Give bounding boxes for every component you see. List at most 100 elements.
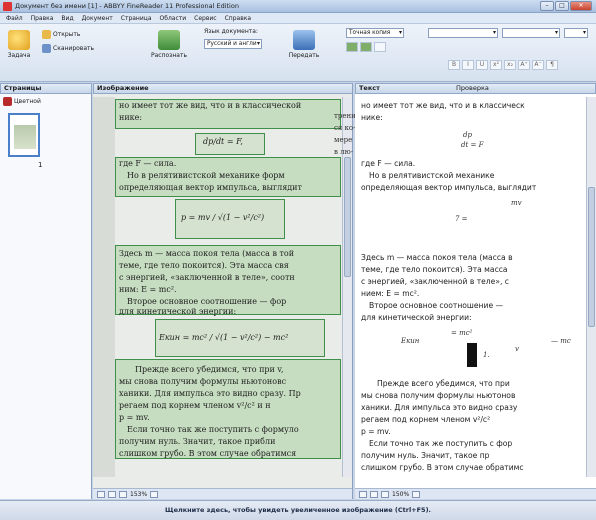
image-line: с энергией, «заключенной в теле», соотн [119, 273, 295, 282]
image-zoom-value[interactable]: 153% [130, 491, 147, 498]
recognize-icon [158, 30, 180, 50]
scrollbar-thumb[interactable] [588, 187, 595, 327]
page-number: 1 [38, 161, 43, 169]
fit-page-icon[interactable] [97, 490, 105, 498]
text-line: мы снова получим формулы ньютонов [361, 391, 516, 400]
text-zoom-bar: 150% [355, 488, 596, 499]
image-zoom-bar: 153% [93, 488, 352, 499]
menu-tools[interactable]: Сервис [194, 15, 216, 22]
text-line: слишком грубо. В этом случае обратимс [361, 463, 524, 472]
mode-select[interactable]: Точная копия [346, 28, 404, 38]
formula-kinetic-energy: Eкин = mc² / √(1 − v²/c²) − mc² [159, 333, 289, 342]
zoom-in-icon[interactable] [150, 490, 159, 498]
font-select[interactable] [502, 28, 560, 38]
zoom-out-icon[interactable] [119, 490, 127, 498]
image-line: Здесь m — масса покоя тела (масса в той [119, 249, 295, 258]
menu-file[interactable]: Файл [6, 15, 23, 22]
verify-button[interactable]: Проверка [456, 84, 489, 93]
text-line: p = mv. [361, 427, 391, 436]
menu-edit[interactable]: Правка [31, 15, 54, 22]
formula-fragment: mv [511, 199, 522, 207]
formula-dp-dt: dp/dt = F, [203, 137, 243, 146]
view-mode-3-button[interactable] [374, 42, 386, 52]
word-icon [293, 30, 315, 50]
bold-button[interactable]: B [448, 60, 460, 70]
font-size-select[interactable] [564, 28, 588, 38]
image-line: для кинетической энергии: [119, 307, 237, 316]
minimize-button[interactable]: – [540, 1, 554, 11]
maximize-button[interactable]: □ [555, 1, 569, 11]
formula-fragment: dp [463, 131, 472, 139]
text-line: Здесь m — масса покоя тела (масса в [361, 253, 513, 262]
open-button[interactable]: Открыть [42, 30, 80, 39]
paragraph-button[interactable]: ¶ [546, 60, 558, 70]
window-title: Документ без имени [1] - ABBYY FineReade… [15, 2, 239, 10]
fit-width-icon[interactable] [108, 490, 116, 498]
underline-button[interactable]: U [476, 60, 488, 70]
text-line: ханики. Для импульса это видно сразу [361, 403, 518, 412]
open-label: Открыть [53, 31, 81, 38]
menu-areas[interactable]: Области [160, 15, 187, 22]
doc-language-select[interactable]: Русский и англи [204, 39, 262, 49]
menu-bar: Файл Правка Вид Документ Страница Област… [0, 13, 596, 24]
text-zoom-value[interactable]: 150% [392, 491, 409, 498]
image-document-area[interactable]: но имеет тот же вид, что и в классическо… [93, 97, 341, 477]
text-editor-area[interactable]: но имеет тот же вид, что и в классическ … [355, 97, 587, 477]
send-label: Передать [288, 52, 320, 59]
image-line: теме, где тело покоится). Эта масса свя [119, 261, 289, 270]
recognize-button[interactable]: Распознать [148, 30, 190, 59]
grow-font-button[interactable]: A⁺ [518, 60, 530, 70]
italic-button[interactable]: I [462, 60, 474, 70]
scan-label: Сканировать [53, 45, 95, 52]
shrink-font-button[interactable]: A⁻ [532, 60, 544, 70]
fit-width-icon[interactable] [370, 490, 378, 498]
menu-document[interactable]: Документ [82, 15, 113, 22]
scan-button[interactable]: Сканировать [42, 44, 94, 53]
image-line: где F — сила. [119, 159, 177, 168]
close-button[interactable]: ✕ [570, 1, 592, 11]
menu-view[interactable]: Вид [61, 15, 73, 22]
style-select[interactable] [428, 28, 498, 38]
text-line: Второе основное соотношение — [369, 301, 504, 310]
menu-help[interactable]: Справка [225, 15, 251, 22]
fit-page-icon[interactable] [359, 490, 367, 498]
text-line: Прежде всего убедимся, что при [377, 379, 510, 388]
text-line: определяющая вектор импульса, выглядит [361, 183, 537, 192]
menu-page[interactable]: Страница [121, 15, 152, 22]
color-mode-icon [3, 97, 12, 106]
send-button[interactable]: Передать [286, 30, 322, 59]
image-page-right-margin: трение ся ко- мере в лю- [334, 112, 360, 472]
scanner-icon [42, 44, 51, 53]
title-bar: Документ без имени [1] - ABBYY FineReade… [0, 0, 596, 13]
subscript-button[interactable]: x₂ [504, 60, 516, 70]
view-mode-2-button[interactable] [360, 42, 372, 52]
zoom-in-icon[interactable] [412, 490, 421, 498]
zoom-hint-bar[interactable]: Щелкните здесь, чтобы увидеть увеличенно… [0, 500, 596, 520]
folder-icon [42, 30, 51, 39]
text-panel: Текст Проверка но имеет тот же вид, что … [355, 83, 596, 499]
main-toolbar: Задача Открыть Сканировать Распознать Яз… [0, 24, 596, 82]
formula-fragment: Екин [401, 337, 420, 345]
image-line: нике: [119, 113, 143, 122]
text-line: Но в релятивистской механике [369, 171, 495, 180]
text-vertical-scrollbar[interactable] [586, 97, 596, 477]
image-line: Если точно так же поступить с формуло [127, 425, 299, 434]
image-line: p = mv. [119, 413, 150, 422]
image-line: получим нуль. Значит, такое прибли [119, 437, 276, 446]
page-thumbnail[interactable] [8, 113, 40, 157]
task-label: Задача [7, 52, 31, 59]
pages-panel: Страницы Цветной 1 [0, 83, 92, 499]
superscript-button[interactable]: x² [490, 60, 502, 70]
image-line: ним: E = mc². [119, 285, 177, 294]
broken-formula-glyph [467, 343, 477, 367]
formula-fragment: dt = F [461, 141, 484, 149]
image-line: Но в релятивистской механике форм [127, 171, 285, 180]
color-mode-label: Цветной [14, 98, 41, 105]
color-mode-toggle[interactable]: Цветной [3, 97, 41, 106]
text-line: регаем под корнем членом v²/c² [361, 415, 491, 424]
task-button[interactable]: Задача [4, 30, 34, 59]
pages-panel-header: Страницы [0, 83, 92, 94]
view-mode-1-button[interactable] [346, 42, 358, 52]
zoom-out-icon[interactable] [381, 490, 389, 498]
page-thumbnail-image [14, 125, 36, 149]
